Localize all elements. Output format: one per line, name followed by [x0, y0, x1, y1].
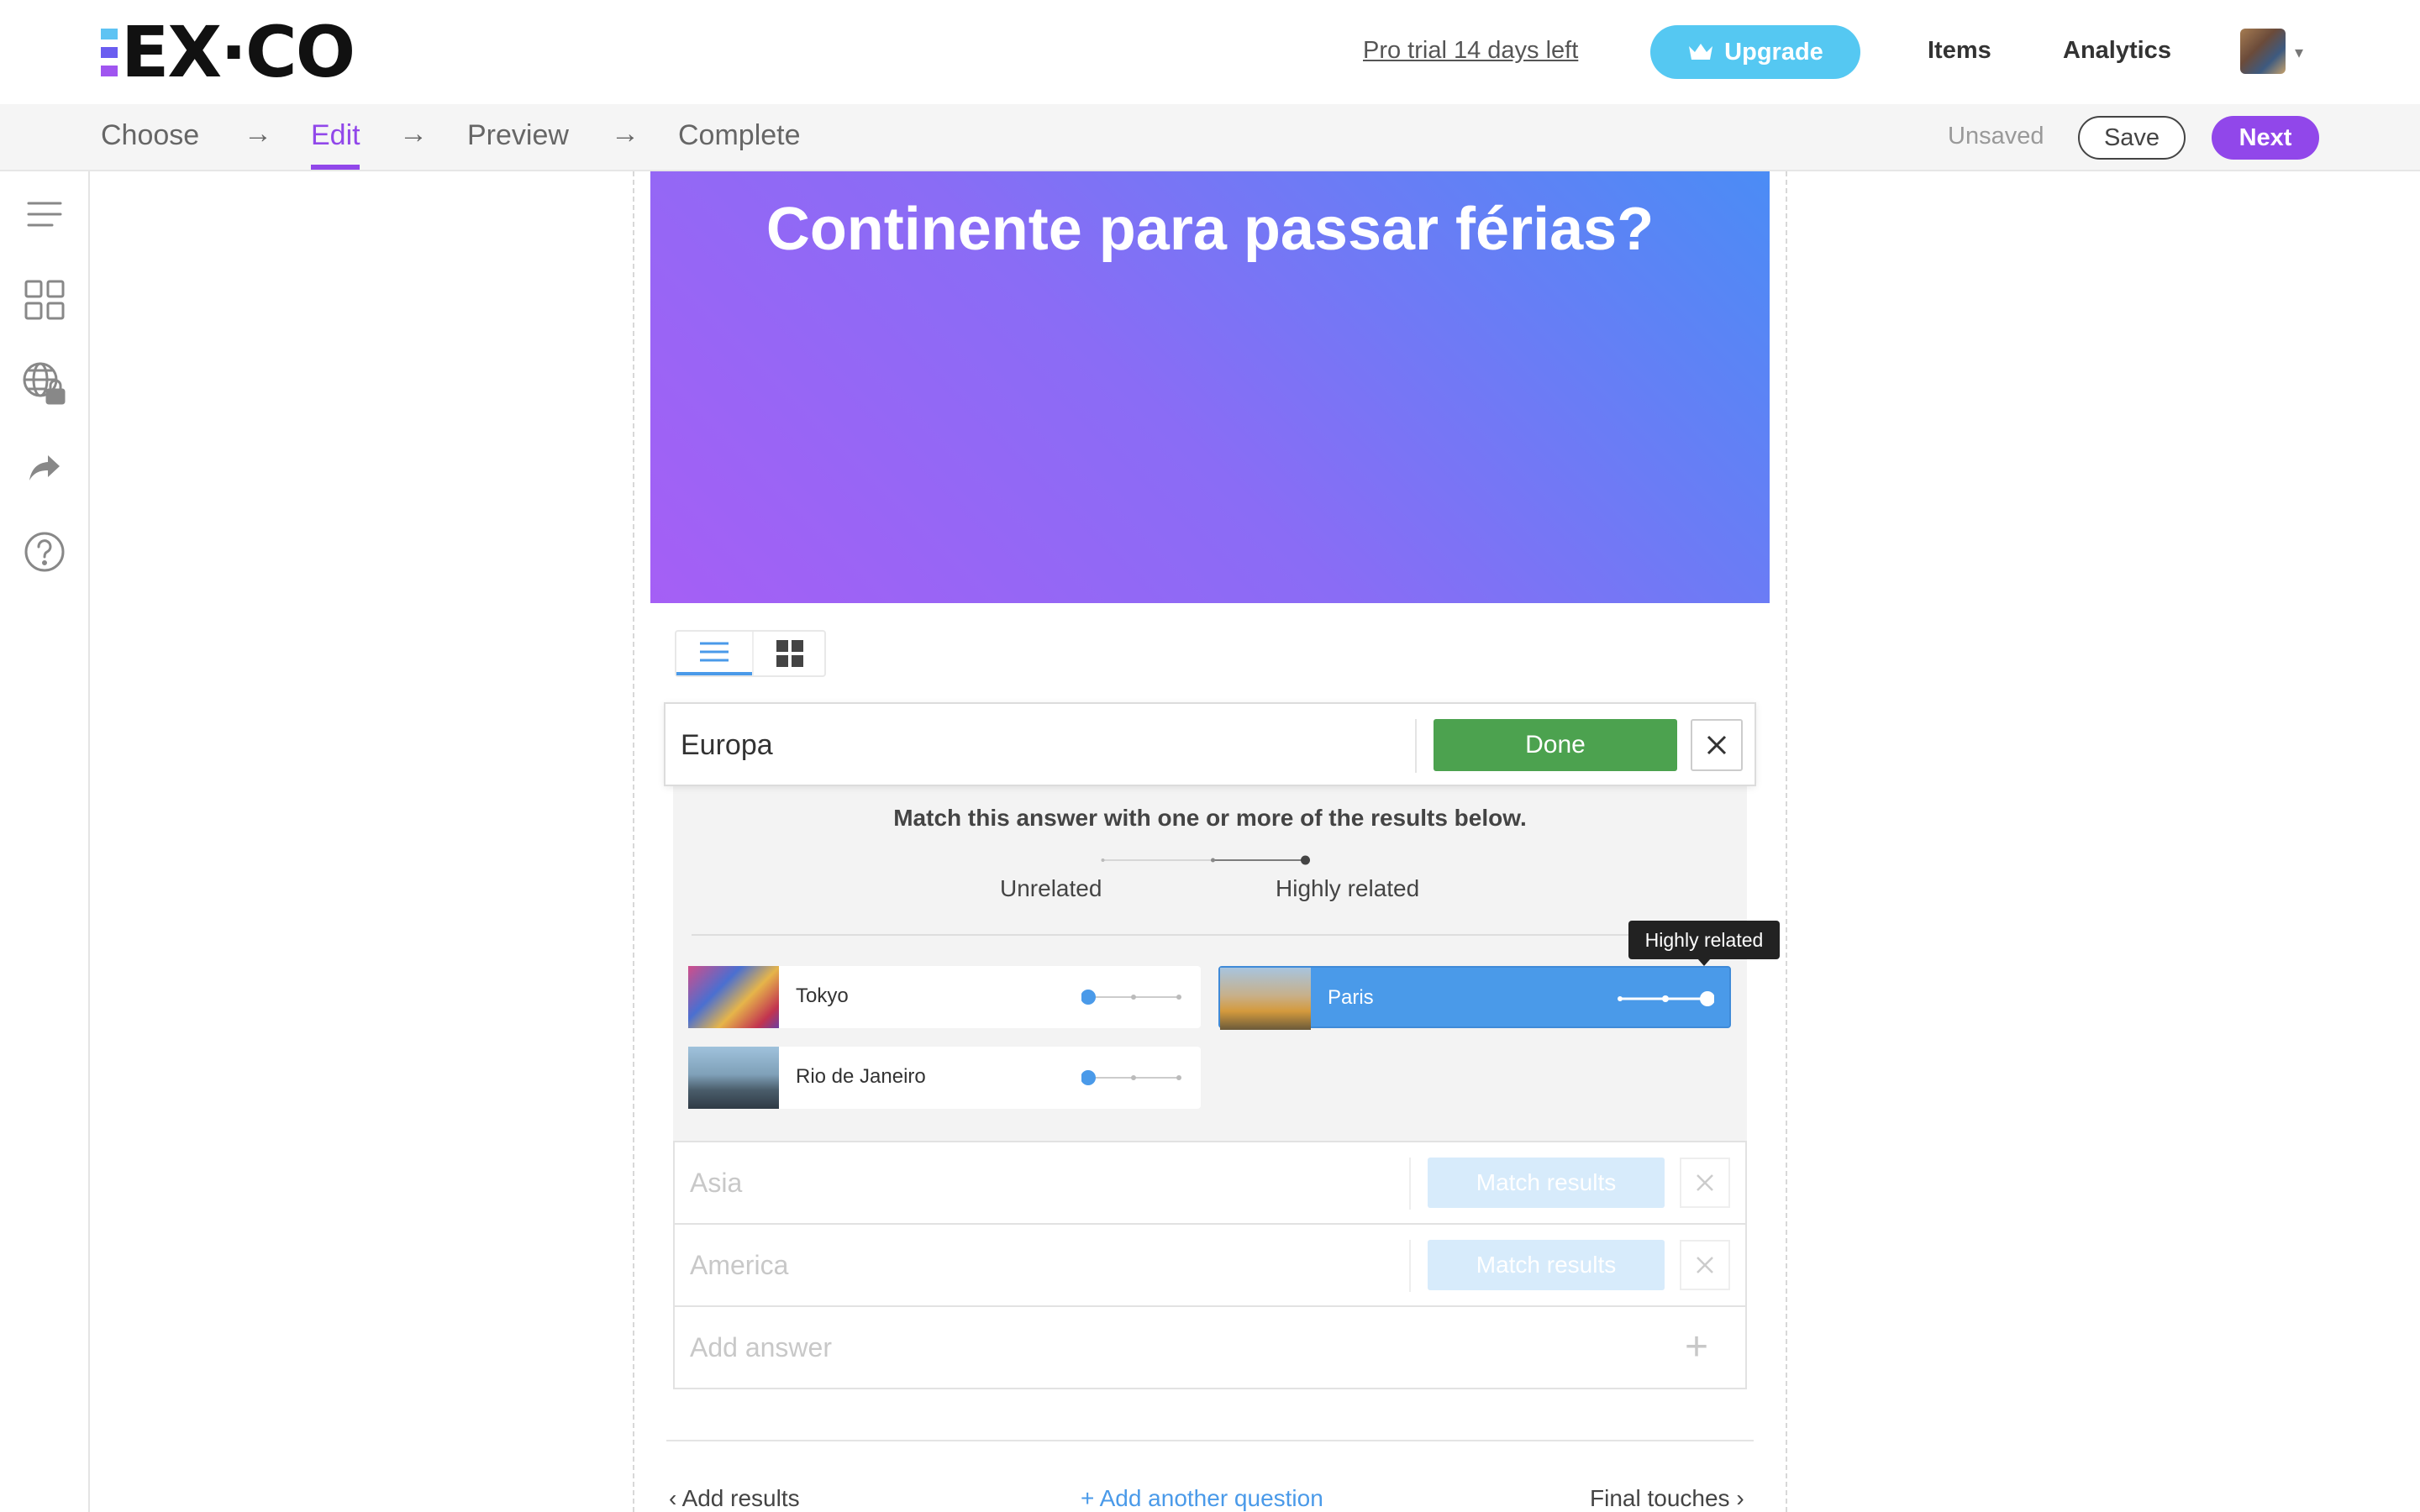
- tooltip: Highly related: [1628, 921, 1780, 959]
- result-card-rio-de-janeiro[interactable]: Rio de Janeiro: [688, 1047, 1201, 1109]
- result-name: Rio de Janeiro: [796, 1065, 926, 1088]
- relation-slider[interactable]: [1081, 989, 1182, 1005]
- step-complete[interactable]: Complete: [678, 119, 801, 152]
- list-view-button[interactable]: [676, 632, 752, 675]
- step-choose[interactable]: Choose: [101, 119, 199, 152]
- close-icon: [1707, 735, 1727, 755]
- chevron-down-icon[interactable]: ▾: [2295, 42, 2303, 63]
- divider: [1409, 1158, 1411, 1210]
- legend-unrelated: Unrelated: [1000, 875, 1102, 901]
- save-status: Unsaved: [1948, 123, 2044, 150]
- logo-bars-icon: [101, 28, 118, 76]
- done-button[interactable]: Done: [1434, 719, 1677, 771]
- nav-items-link[interactable]: Items: [1928, 37, 1991, 65]
- divider: [1409, 1240, 1411, 1292]
- globe-lock-icon[interactable]: [22, 361, 67, 407]
- delete-answer-button[interactable]: [1691, 719, 1743, 771]
- relation-slider[interactable]: [1613, 990, 1714, 1007]
- add-answer-input[interactable]: Add answer: [690, 1332, 832, 1363]
- logo-text: EX·CO: [121, 11, 355, 93]
- answers-list: Asia Match results America Match results…: [673, 1141, 1747, 1389]
- result-thumbnail: [688, 966, 779, 1028]
- top-header: EX·CO Pro trial 14 days left Upgrade Ite…: [0, 0, 2420, 104]
- plus-icon[interactable]: +: [1685, 1324, 1708, 1371]
- step-edit[interactable]: Edit: [311, 119, 360, 152]
- result-card-tokyo[interactable]: Tokyo: [688, 966, 1201, 1028]
- chevron-left-icon: ‹: [669, 1485, 682, 1511]
- grid-view-button[interactable]: [752, 632, 826, 675]
- upgrade-label: Upgrade: [1724, 38, 1823, 66]
- active-answer-row: Europa Done: [664, 702, 1756, 786]
- crown-icon: [1689, 44, 1713, 60]
- grid-icon[interactable]: [22, 277, 67, 323]
- grid-view-icon: [776, 640, 803, 667]
- add-answer-row[interactable]: Add answer +: [675, 1307, 1745, 1389]
- list-view-icon: [700, 642, 729, 662]
- step-arrow-icon: →: [399, 118, 428, 150]
- result-name: Paris: [1328, 986, 1374, 1009]
- divider: [666, 1440, 1754, 1441]
- chevron-right-icon: ›: [1729, 1485, 1744, 1511]
- relation-slider[interactable]: [1081, 1069, 1182, 1086]
- answer-row: America Match results: [675, 1225, 1745, 1307]
- delete-answer-button[interactable]: [1680, 1158, 1730, 1208]
- divider: [692, 934, 1728, 936]
- answer-input[interactable]: Europa: [681, 729, 773, 762]
- help-icon[interactable]: [22, 529, 67, 575]
- result-card-paris[interactable]: Paris: [1218, 966, 1731, 1030]
- answer-input[interactable]: America: [690, 1250, 788, 1281]
- delete-answer-button[interactable]: [1680, 1240, 1730, 1290]
- upgrade-button[interactable]: Upgrade: [1650, 25, 1860, 79]
- result-thumbnail: [1220, 968, 1311, 1030]
- nav-analytics-link[interactable]: Analytics: [2063, 37, 2171, 65]
- close-icon: [1697, 1174, 1713, 1191]
- result-thumbnail: [688, 1047, 779, 1109]
- add-question-link[interactable]: + Add another question: [1081, 1485, 1323, 1512]
- step-bar: Choose → Edit → Preview → Complete Unsav…: [0, 104, 2420, 171]
- question-title[interactable]: Continente para passar férias?: [650, 195, 1770, 264]
- add-results-link[interactable]: ‹ Add results: [669, 1485, 800, 1512]
- match-instruction: Match this answer with one or more of th…: [893, 805, 1527, 831]
- view-toggle: [675, 630, 826, 677]
- step-arrow-icon: →: [244, 118, 272, 150]
- close-icon: [1697, 1257, 1713, 1273]
- next-button[interactable]: Next: [2212, 116, 2319, 160]
- answer-row: Asia Match results: [675, 1142, 1745, 1225]
- answer-input[interactable]: Asia: [690, 1168, 742, 1199]
- trial-link[interactable]: Pro trial 14 days left: [1363, 37, 1578, 65]
- final-touches-link[interactable]: Final touches ›: [1590, 1485, 1744, 1512]
- share-icon[interactable]: [22, 445, 67, 491]
- tooltip-arrow: [1697, 958, 1711, 966]
- match-results-button[interactable]: Match results: [1428, 1240, 1665, 1290]
- user-avatar[interactable]: [2240, 29, 2286, 74]
- question-cover[interactable]: Continente para passar férias?: [650, 171, 1770, 603]
- save-button[interactable]: Save: [2078, 116, 2186, 160]
- active-step-indicator: [311, 165, 360, 170]
- menu-icon[interactable]: [22, 192, 67, 237]
- step-preview[interactable]: Preview: [467, 119, 569, 152]
- exco-logo[interactable]: EX·CO: [101, 11, 355, 93]
- left-sidebar: [0, 171, 90, 1512]
- result-name: Tokyo: [796, 984, 849, 1007]
- step-arrow-icon: →: [611, 118, 639, 150]
- match-results-button[interactable]: Match results: [1428, 1158, 1665, 1208]
- legend-highly-related: Highly related: [1276, 875, 1420, 901]
- relation-legend-slider: [1101, 855, 1310, 865]
- divider: [1415, 719, 1417, 773]
